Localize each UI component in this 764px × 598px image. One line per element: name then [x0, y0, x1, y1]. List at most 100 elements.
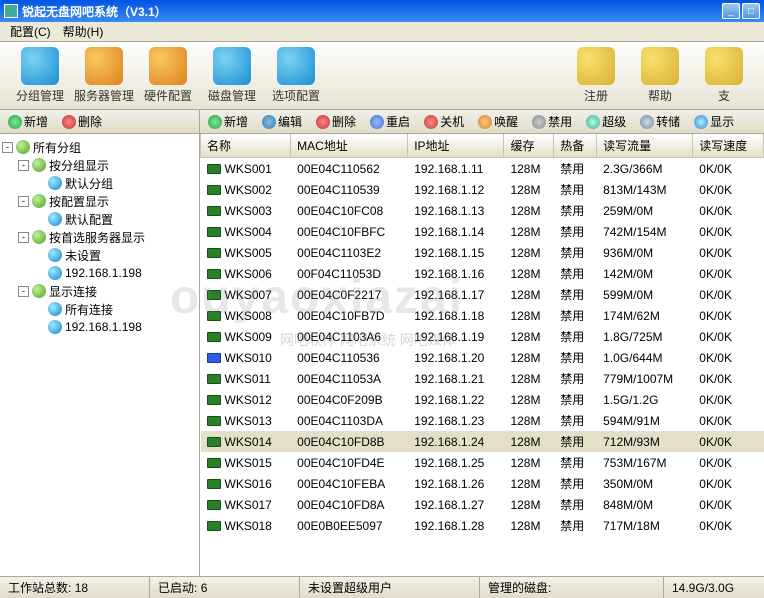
table-row[interactable]: WKS001 00E04C110562 192.168.1.11 128M 禁用…: [201, 158, 764, 180]
tool-right-1[interactable]: 帮助: [628, 47, 692, 104]
right-tb-super[interactable]: 超级: [582, 111, 630, 132]
tree-item[interactable]: - 按首选服务器显示: [2, 228, 197, 246]
cell-cache: 128M: [504, 368, 554, 389]
tree-item[interactable]: 192.168.1.198: [2, 264, 197, 282]
tree-item[interactable]: 默认配置: [2, 210, 197, 228]
column-header[interactable]: 读写流量: [597, 134, 693, 158]
table-row[interactable]: WKS006 00F04C11053D 192.168.1.16 128M 禁用…: [201, 263, 764, 284]
table-row[interactable]: WKS003 00E04C10FC08 192.168.1.13 128M 禁用…: [201, 200, 764, 221]
cell-name: WKS018: [201, 515, 291, 536]
menu-help[interactable]: 帮助(H): [57, 21, 110, 42]
minimize-button[interactable]: _: [722, 3, 740, 19]
table-row[interactable]: WKS010 00E04C110536 192.168.1.20 128M 禁用…: [201, 347, 764, 368]
tree-toggle-icon[interactable]: -: [18, 196, 29, 207]
table-row[interactable]: WKS009 00E04C1103A6 192.168.1.19 128M 禁用…: [201, 326, 764, 347]
tool-right-0[interactable]: 注册: [564, 47, 628, 104]
cell-ip: 192.168.1.26: [408, 473, 504, 494]
table-row[interactable]: WKS008 00E04C10FB7D 192.168.1.18 128M 禁用…: [201, 305, 764, 326]
shut-icon: [424, 115, 438, 129]
cell-hot: 禁用: [554, 305, 597, 326]
add-icon: [8, 115, 22, 129]
cell-cache: 128M: [504, 326, 554, 347]
tree-label: 按首选服务器显示: [49, 229, 145, 246]
tool-0[interactable]: 分组管理: [8, 47, 72, 104]
column-header[interactable]: MAC地址: [291, 134, 408, 158]
left-tb-add[interactable]: 新增: [4, 111, 52, 132]
status-icon: [207, 311, 221, 321]
tree-toggle-icon[interactable]: -: [18, 286, 29, 297]
table-row[interactable]: WKS007 00E04C0F2217 192.168.1.17 128M 禁用…: [201, 284, 764, 305]
table-row[interactable]: WKS011 00E04C11053A 192.168.1.21 128M 禁用…: [201, 368, 764, 389]
right-tb-add[interactable]: 新增: [204, 111, 252, 132]
cell-name: WKS016: [201, 473, 291, 494]
table-row[interactable]: WKS016 00E04C10FEBA 192.168.1.26 128M 禁用…: [201, 473, 764, 494]
column-header[interactable]: 热备: [554, 134, 597, 158]
table-row[interactable]: WKS018 00E0B0EE5097 192.168.1.28 128M 禁用…: [201, 515, 764, 536]
right-tb-dump[interactable]: 转储: [636, 111, 684, 132]
right-tb-show[interactable]: 显示: [690, 111, 738, 132]
table-row[interactable]: WKS004 00E04C10FBFC 192.168.1.14 128M 禁用…: [201, 221, 764, 242]
status-icon: [207, 521, 221, 531]
menu-config[interactable]: 配置(C): [4, 21, 57, 42]
tree-toggle-icon[interactable]: -: [18, 160, 29, 171]
table-row[interactable]: WKS005 00E04C1103E2 192.168.1.15 128M 禁用…: [201, 242, 764, 263]
table-container[interactable]: 名称MAC地址IP地址缓存热备读写流量读写速度 WKS001 00E04C110…: [200, 134, 764, 576]
reboot-icon: [370, 115, 384, 129]
maximize-button[interactable]: □: [742, 3, 760, 19]
cell-rw: 259M/0M: [597, 200, 693, 221]
cell-cache: 128M: [504, 158, 554, 180]
tree-view[interactable]: -所有分组-按分组显示默认分组-按配置显示默认配置-按首选服务器显示未设置192…: [0, 134, 199, 576]
tool-3[interactable]: 磁盘管理: [200, 47, 264, 104]
cell-name: WKS006: [201, 263, 291, 284]
tool-icon: [149, 47, 187, 85]
table-row[interactable]: WKS012 00E04C0F209B 192.168.1.22 128M 禁用…: [201, 389, 764, 410]
right-tb-del[interactable]: 删除: [312, 111, 360, 132]
cell-rw: 2.3G/366M: [597, 158, 693, 180]
tree-item[interactable]: -按分组显示: [2, 156, 197, 174]
cell-mac: 00E04C1103E2: [291, 242, 408, 263]
cell-hot: 禁用: [554, 326, 597, 347]
column-header[interactable]: 名称: [201, 134, 291, 158]
cell-spd: 0K/0K: [693, 494, 764, 515]
tree-item[interactable]: -所有分组: [2, 138, 197, 156]
tool-label: 分组管理: [16, 87, 64, 104]
right-tb-ban[interactable]: 禁用: [528, 111, 576, 132]
table-row[interactable]: WKS017 00E04C10FD8A 192.168.1.27 128M 禁用…: [201, 494, 764, 515]
right-tb-reboot[interactable]: 重启: [366, 111, 414, 132]
column-header[interactable]: IP地址: [408, 134, 504, 158]
tool-4[interactable]: 选项配置: [264, 47, 328, 104]
cell-mac: 00F04C11053D: [291, 263, 408, 284]
cell-mac: 00E04C110539: [291, 179, 408, 200]
cell-mac: 00E04C11053A: [291, 368, 408, 389]
tree-item[interactable]: 默认分组: [2, 174, 197, 192]
cell-cache: 128M: [504, 179, 554, 200]
tool-2[interactable]: 硬件配置: [136, 47, 200, 104]
cell-hot: 禁用: [554, 389, 597, 410]
tool-1[interactable]: 服务器管理: [72, 47, 136, 104]
tree-item[interactable]: 未设置: [2, 246, 197, 264]
column-header[interactable]: 缓存: [504, 134, 554, 158]
tree-label: 默认配置: [65, 211, 113, 228]
table-row[interactable]: WKS002 00E04C110539 192.168.1.12 128M 禁用…: [201, 179, 764, 200]
table-row[interactable]: WKS013 00E04C1103DA 192.168.1.23 128M 禁用…: [201, 410, 764, 431]
right-tb-shut[interactable]: 关机: [420, 111, 468, 132]
tree-node-icon: [48, 266, 62, 280]
table-row[interactable]: WKS015 00E04C10FD4E 192.168.1.25 128M 禁用…: [201, 452, 764, 473]
cell-spd: 0K/0K: [693, 515, 764, 536]
tree-label: 未设置: [65, 247, 101, 264]
tree-toggle-icon[interactable]: -: [2, 142, 13, 153]
cell-cache: 128M: [504, 494, 554, 515]
tool-right-2[interactable]: 支: [692, 47, 756, 104]
tree-item[interactable]: -按配置显示: [2, 192, 197, 210]
tree-item[interactable]: -显示连接: [2, 282, 197, 300]
right-tb-edit[interactable]: 编辑: [258, 111, 306, 132]
tree-item[interactable]: 192.168.1.198: [2, 318, 197, 336]
tree-toggle-icon[interactable]: -: [18, 232, 29, 243]
tree-item[interactable]: 所有连接: [2, 300, 197, 318]
cell-mac: 00E04C10FBFC: [291, 221, 408, 242]
left-tb-del[interactable]: 删除: [58, 111, 106, 132]
column-header[interactable]: 读写速度: [693, 134, 764, 158]
right-tb-wake[interactable]: 唤醒: [474, 111, 522, 132]
table-row[interactable]: WKS014 00E04C10FD8B 192.168.1.24 128M 禁用…: [201, 431, 764, 452]
cell-spd: 0K/0K: [693, 242, 764, 263]
